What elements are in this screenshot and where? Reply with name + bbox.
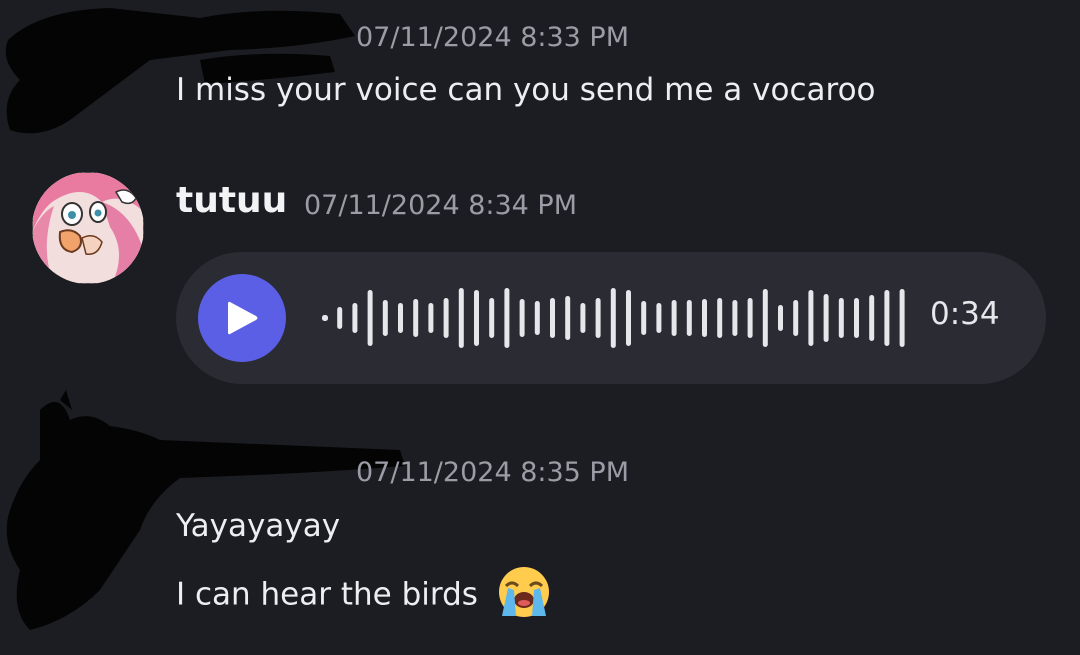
voice-duration: 0:34 [930, 296, 1000, 332]
waveform-bar [838, 298, 844, 338]
play-icon [228, 301, 258, 335]
voice-message: 0:34 [176, 252, 1046, 384]
waveform-bar [595, 298, 601, 338]
chat-screen: 07/11/2024 8:33 PM I miss your voice can… [0, 0, 1080, 655]
waveform-bar [519, 299, 525, 337]
waveform-bar [367, 290, 373, 346]
message-text: I can hear the birds [176, 576, 478, 613]
waveform-bar [808, 290, 814, 346]
message-timestamp: 07/11/2024 8:34 PM [304, 190, 577, 221]
waveform-bar [778, 305, 783, 331]
waveform-bar [702, 299, 707, 337]
waveform-bar [352, 303, 358, 333]
message-text-with-emoji: I can hear the birds [176, 564, 554, 628]
waveform-bar [382, 300, 388, 336]
waveform-bar [641, 301, 647, 335]
waveform[interactable] [314, 278, 914, 358]
waveform-bar [884, 290, 890, 346]
username[interactable]: tutuu [176, 180, 287, 221]
play-button[interactable] [198, 274, 286, 362]
waveform-bar [504, 288, 510, 348]
waveform-bar [747, 298, 753, 338]
waveform-bar [337, 307, 343, 329]
waveform-bar [869, 295, 875, 341]
waveform-bar [793, 300, 799, 336]
waveform-bar [580, 303, 586, 333]
waveform-bar [322, 315, 328, 321]
waveform-bar [854, 298, 859, 338]
waveform-bar [413, 299, 419, 337]
waveform-bar [671, 300, 677, 336]
loudly-crying-face-emoji [494, 564, 554, 628]
waveform-bar [458, 288, 464, 348]
waveform-bar [474, 290, 479, 346]
waveform-bar [550, 298, 555, 338]
waveform-bar [534, 301, 540, 335]
waveform-bar [489, 298, 495, 338]
message-timestamp: 07/11/2024 8:35 PM [356, 457, 629, 488]
message-timestamp: 07/11/2024 8:33 PM [356, 22, 629, 53]
waveform-bar [732, 300, 738, 336]
waveform-bar [565, 296, 571, 340]
message-text: I miss your voice can you send me a voca… [176, 72, 876, 108]
waveform-bar [899, 289, 905, 347]
waveform-bar [443, 298, 449, 338]
waveform-bar [626, 290, 631, 346]
waveform-bar [428, 303, 434, 333]
waveform-bar [717, 298, 723, 338]
waveform-bar [398, 303, 403, 333]
waveform-bar [823, 294, 829, 342]
waveform-bar [686, 300, 692, 336]
avatar-image [32, 172, 144, 284]
waveform-bar [762, 289, 768, 347]
message-text: Yayayayay [176, 508, 341, 544]
avatar[interactable] [32, 172, 144, 284]
waveform-bar [656, 303, 662, 333]
waveform-bar [610, 288, 616, 348]
